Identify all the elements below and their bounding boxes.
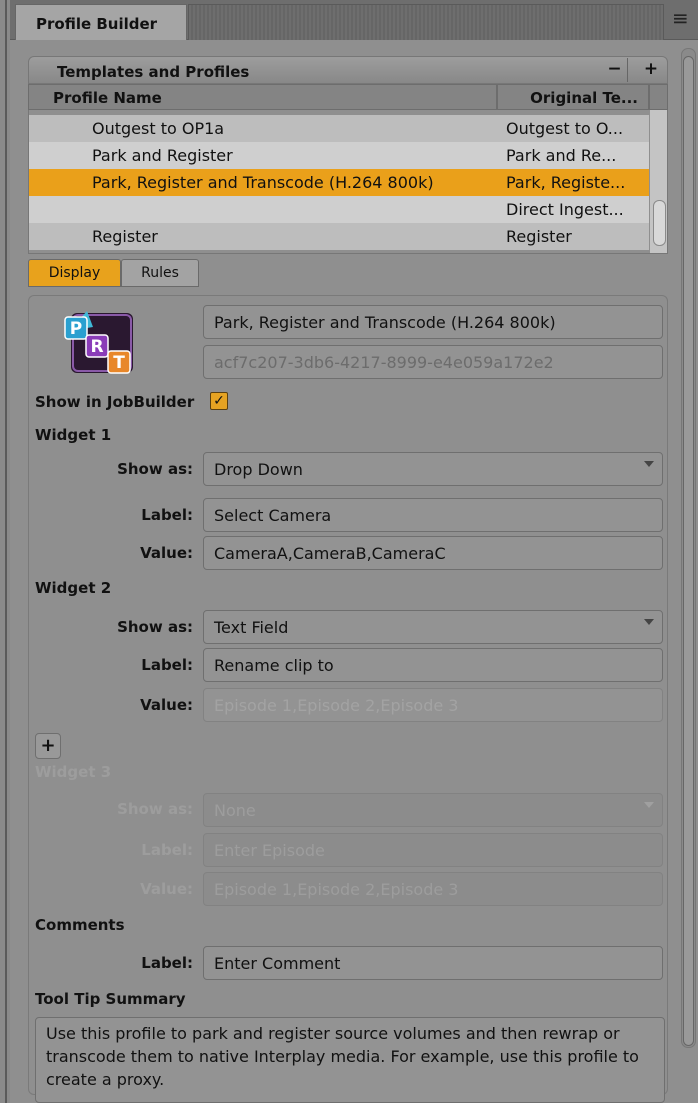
hamburger-menu-icon[interactable]: ≡	[672, 8, 692, 28]
panel-scrollbar-thumb[interactable]	[683, 56, 694, 1046]
widget2-label-label: Label:	[141, 656, 193, 674]
original-template-cell: Park and Re...	[506, 146, 617, 165]
widget1-label-field[interactable]: Select Camera	[203, 498, 663, 532]
profile-name-field[interactable]: Park, Register and Transcode (H.264 800k…	[203, 305, 663, 339]
original-template-cell: Park, Registe...	[506, 173, 626, 192]
profile-name-cell: Outgest to OP1a	[92, 119, 225, 138]
table-row[interactable]: Outgest to OP1a Outgest to O...	[28, 115, 649, 142]
add-widget-button[interactable]: +	[35, 733, 61, 759]
tooltip-summary-heading: Tool Tip Summary	[35, 990, 186, 1008]
table-row[interactable]: Direct Ingest...	[28, 196, 649, 223]
tab-rules[interactable]: Rules	[121, 259, 199, 287]
profile-list-scrollbar-thumb[interactable]	[653, 200, 666, 246]
templates-and-profiles-title: Templates and Profiles	[57, 63, 250, 81]
widget1-value-label: Value:	[140, 544, 193, 562]
widget3-show-as-value: None	[214, 801, 256, 820]
remove-profile-button[interactable]: −	[602, 58, 628, 82]
svg-text:T: T	[113, 353, 125, 373]
widget2-show-as-dropdown[interactable]: Text Field	[203, 610, 663, 644]
profile-name-cell: Park, Register and Transcode (H.264 800k…	[92, 173, 434, 192]
comments-label-label: Label:	[141, 954, 193, 972]
widget2-label-field[interactable]: Rename clip to	[203, 648, 663, 682]
chevron-down-icon	[644, 461, 654, 467]
widget2-show-as-label: Show as:	[117, 618, 193, 636]
widget1-show-as-dropdown[interactable]: Drop Down	[203, 452, 663, 486]
profile-name-cell: Park and Register	[92, 146, 233, 165]
table-row-selected[interactable]: Park, Register and Transcode (H.264 800k…	[28, 169, 649, 196]
widget1-heading: Widget 1	[35, 426, 112, 444]
column-header-profile-name[interactable]: Profile Name	[28, 84, 497, 110]
chevron-down-icon	[644, 619, 654, 625]
templates-and-profiles-header: Templates and Profiles	[28, 56, 668, 84]
original-template-cell: Direct Ingest...	[506, 200, 624, 219]
comments-heading: Comments	[35, 916, 125, 934]
widget3-value-field: Episode 1,Episode 2,Episode 3	[203, 872, 663, 906]
svg-text:R: R	[90, 337, 103, 357]
chevron-down-icon	[644, 802, 654, 808]
profile-name-cell: Register	[92, 227, 158, 246]
widget2-value-label: Value:	[140, 696, 193, 714]
column-header-spacer	[649, 84, 668, 110]
original-template-cell: Outgest to O...	[506, 119, 624, 138]
original-template-cell: Register	[506, 227, 572, 246]
widget2-show-as-value: Text Field	[214, 618, 289, 637]
widget3-label-field: Enter Episode	[203, 833, 663, 867]
panel-tab-bar: Profile Builder ≡	[10, 0, 698, 40]
show-in-jobbuilder-checkbox[interactable]: ✓	[210, 392, 228, 410]
left-window-edge	[0, 0, 10, 1103]
column-header-original-template[interactable]: Original Te...	[497, 84, 649, 110]
widget3-show-as-dropdown: None	[203, 793, 663, 827]
widget3-label-label: Label:	[141, 841, 193, 859]
widget1-label-label: Label:	[141, 506, 193, 524]
prt-profile-icon: P R T	[64, 311, 133, 374]
widget1-show-as-label: Show as:	[117, 460, 193, 478]
table-row[interactable]: Register Register	[28, 223, 649, 250]
tab-bar-empty-area	[188, 4, 664, 40]
show-in-jobbuilder-label: Show in JobBuilder	[35, 393, 195, 411]
widget3-heading: Widget 3	[35, 763, 112, 781]
tab-display[interactable]: Display	[28, 259, 121, 287]
widget3-show-as-label: Show as:	[117, 800, 193, 818]
add-profile-button[interactable]: +	[638, 58, 664, 82]
widget1-value-field[interactable]: CameraA,CameraB,CameraC	[203, 536, 663, 570]
widget3-value-label: Value:	[140, 880, 193, 898]
table-row[interactable]: Park and Register Park and Re...	[28, 142, 649, 169]
profile-id-field[interactable]: acf7c207-3db6-4217-8999-e4e059a172e2	[203, 345, 663, 379]
tooltip-summary-textarea[interactable]: Use this profile to park and register so…	[35, 1017, 665, 1103]
widget2-heading: Widget 2	[35, 579, 112, 597]
widget1-show-as-value: Drop Down	[214, 460, 303, 479]
tab-profile-builder[interactable]: Profile Builder	[15, 4, 187, 40]
svg-text:P: P	[70, 319, 82, 339]
comments-label-field[interactable]: Enter Comment	[203, 946, 663, 980]
widget2-value-field[interactable]: Episode 1,Episode 2,Episode 3	[203, 688, 663, 722]
